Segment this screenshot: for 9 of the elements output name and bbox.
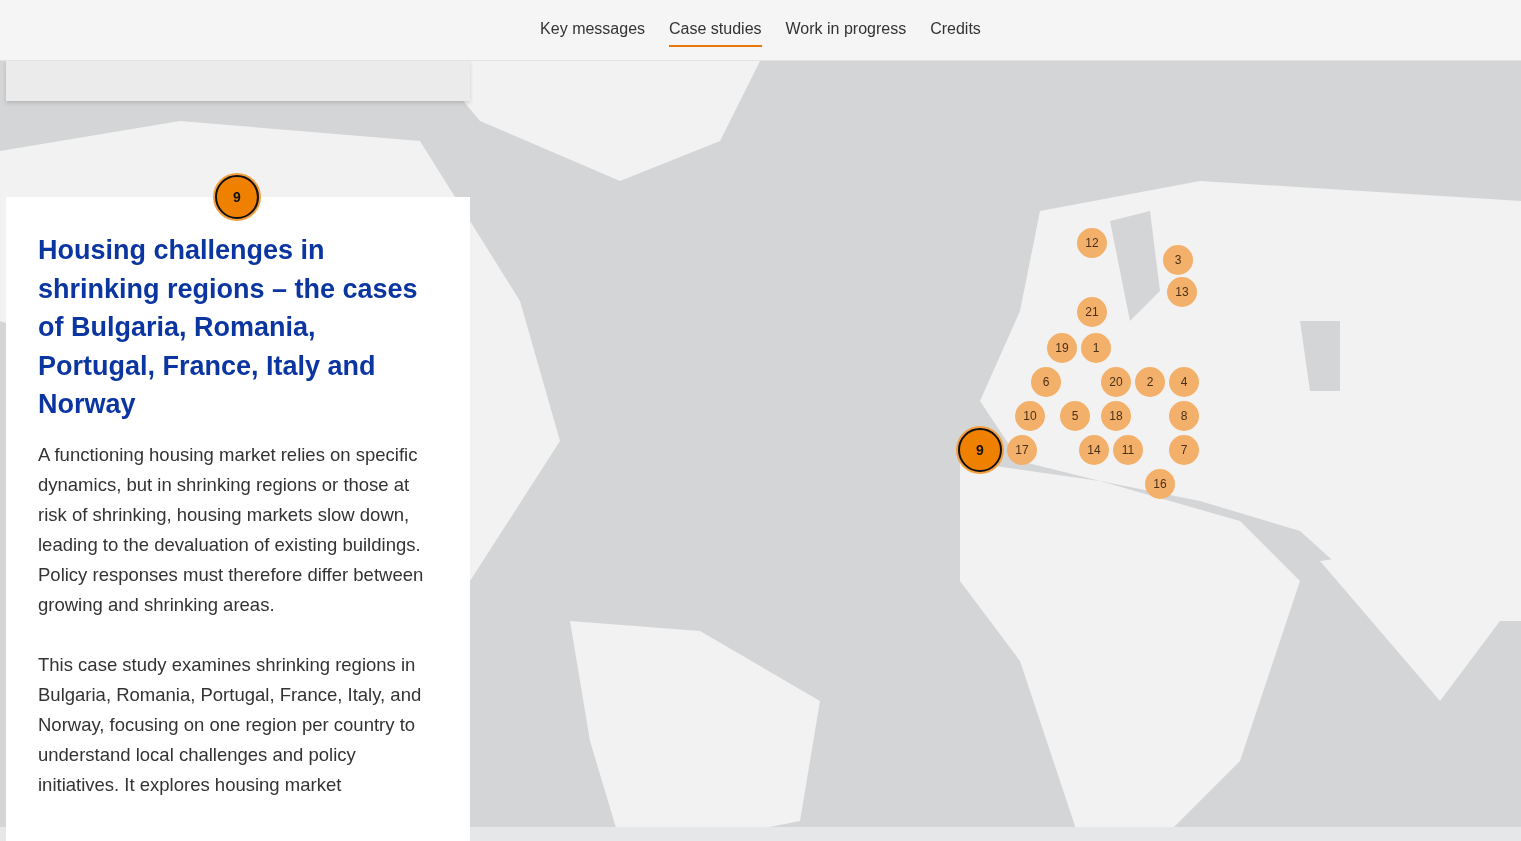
nav-link[interactable]: Key messages — [540, 13, 646, 47]
map-marker[interactable]: 9 — [958, 428, 1002, 472]
nav-link[interactable]: Credits — [930, 13, 981, 47]
nav-link[interactable]: Work in progress — [785, 13, 907, 47]
map-marker[interactable]: 9 — [215, 175, 259, 219]
story-paragraph: This case study examines shrinking regions in Bulgaria, Romania, Portugal, France, Italy, and Norway, focusing on one region per country to understand local challenges and policy initiatives. It explores housing market — [38, 652, 423, 797]
story-paragraph: A functioning housing market relies on specific dynamics, but in shrinking regions or those at risk of shrinking, housing markets slow down, leading to the devaluation of existing buildings. Policy responses must therefore differ between growing and shrinking areas. — [38, 442, 425, 617]
story-title: Housing challenges in shrinking regions – the cases of Bulgaria, Romania, Portugal, France, Italy and Norway — [38, 234, 419, 421]
nav-link[interactable]: Case studies — [669, 13, 762, 47]
